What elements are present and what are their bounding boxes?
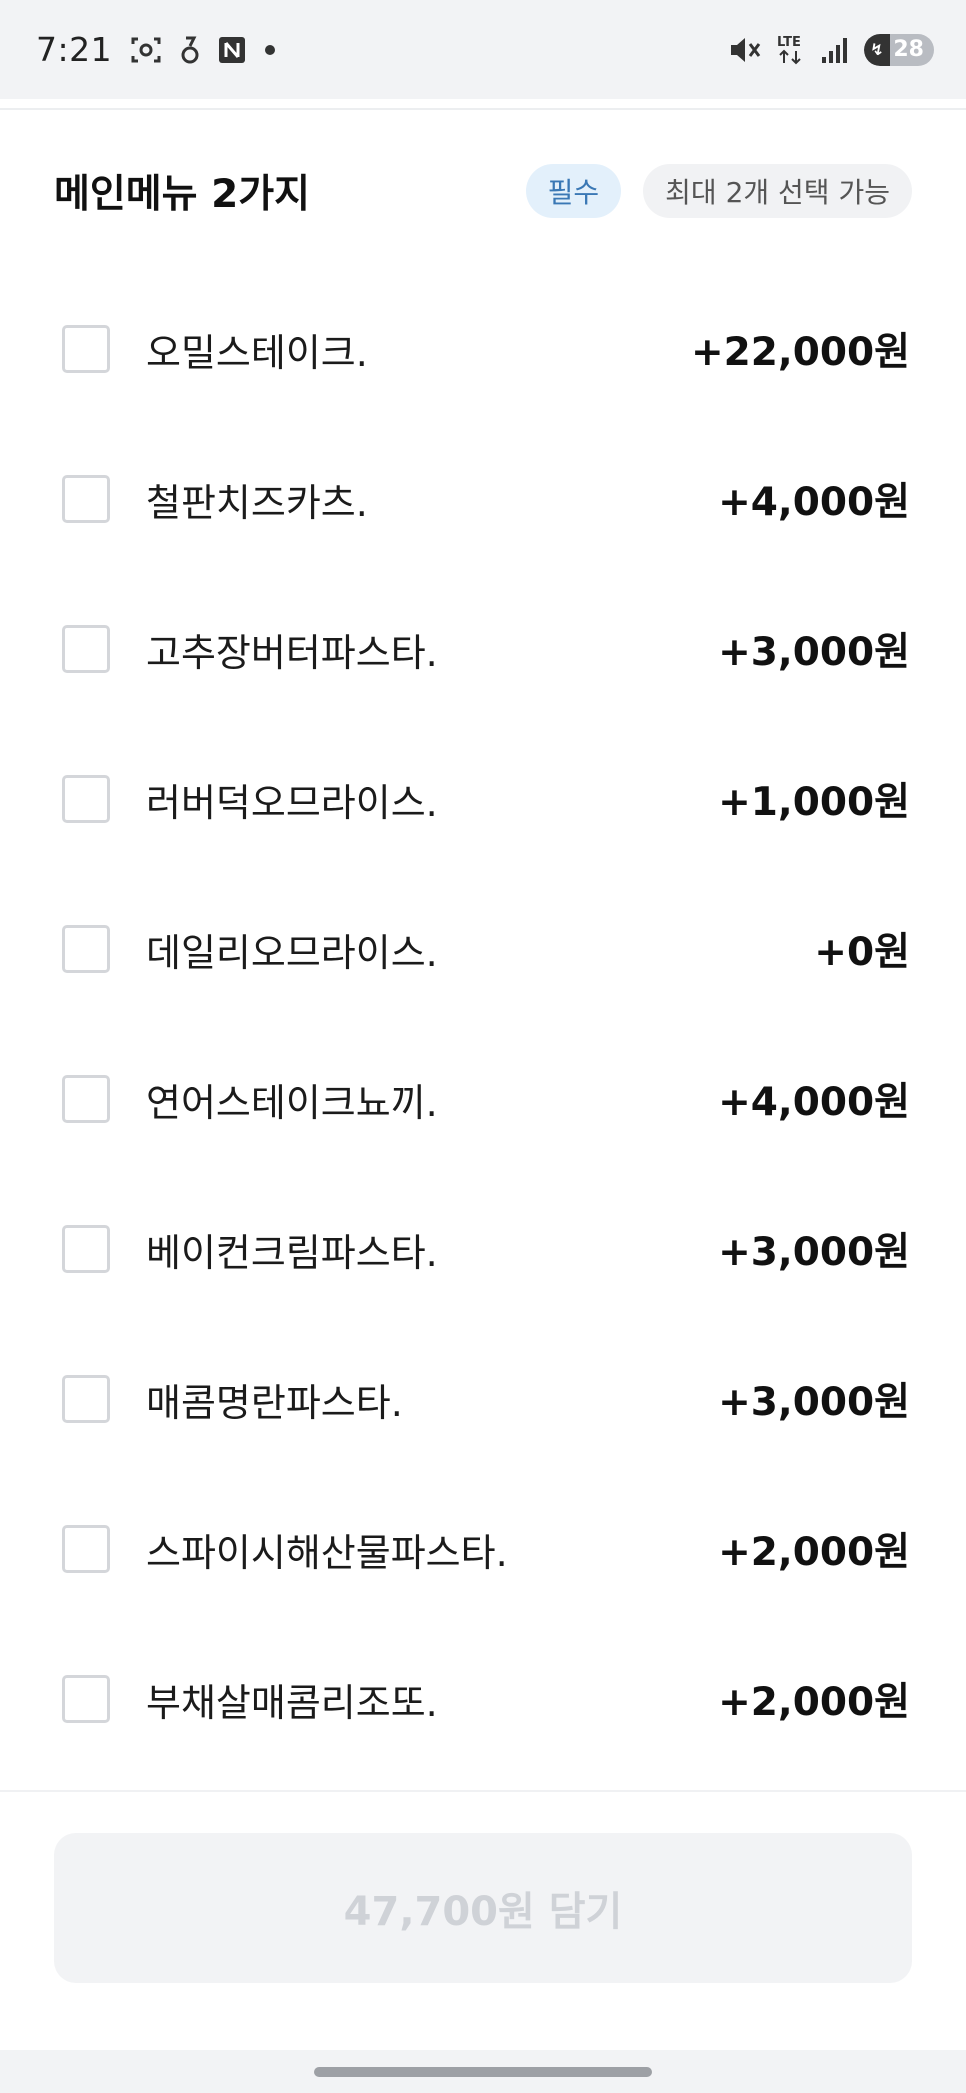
option-price: +3,000원: [718, 1230, 910, 1275]
mute-icon: [728, 34, 762, 66]
battery-level: 28: [893, 37, 924, 62]
status-right: LTE ↯ 28: [728, 33, 934, 67]
option-checkbox[interactable]: [62, 1225, 110, 1273]
option-checkbox[interactable]: [62, 1075, 110, 1123]
section-title: 메인메뉴 2가지: [54, 172, 310, 217]
option-list: 오밀스테이크. +22,000원 철판치즈카츠. +4,000원 고추장버터파스…: [0, 274, 966, 1774]
option-checkbox[interactable]: [62, 1525, 110, 1573]
option-name: 베이컨크림파스타.: [146, 1230, 438, 1275]
status-bar: 7:21 LTE ↯ 28: [0, 0, 966, 99]
option-name: 연어스테이크뇨끼.: [146, 1080, 438, 1125]
option-name: 고추장버터파스타.: [146, 630, 438, 675]
option-price: +4,000원: [718, 1080, 910, 1125]
option-name: 데일리오므라이스.: [146, 930, 438, 975]
battery-icon: ↯ 28: [864, 33, 934, 66]
option-checkbox[interactable]: [62, 1675, 110, 1723]
option-row[interactable]: 베이컨크림파스타. +3,000원: [0, 1174, 966, 1324]
required-badge: 필수: [525, 164, 622, 218]
option-row[interactable]: 데일리오므라이스. +0원: [0, 874, 966, 1024]
option-row[interactable]: 매콤명란파스타. +3,000원: [0, 1324, 966, 1474]
section-header: 메인메뉴 2가지 필수 최대 2개 선택 가능: [0, 150, 966, 232]
option-name: 철판치즈카츠.: [146, 480, 368, 525]
option-row[interactable]: 오밀스테이크. +22,000원: [0, 274, 966, 424]
naver-icon: [218, 36, 246, 64]
option-row[interactable]: 철판치즈카츠. +4,000원: [0, 424, 966, 574]
option-row[interactable]: 고추장버터파스타. +3,000원: [0, 574, 966, 724]
option-price: +22,000원: [690, 330, 910, 375]
option-row[interactable]: 연어스테이크뇨끼. +4,000원: [0, 1024, 966, 1174]
lte-icon: LTE: [776, 33, 806, 67]
option-name: 오밀스테이크.: [146, 330, 368, 375]
option-row[interactable]: 스파이시해산물파스타. +2,000원: [0, 1474, 966, 1624]
screenshot-icon: [130, 34, 162, 66]
option-price: +1,000원: [718, 780, 910, 825]
max-selection-badge: 최대 2개 선택 가능: [643, 164, 912, 218]
option-name: 매콤명란파스타.: [146, 1380, 403, 1425]
option-name: 부채살매콤리조또.: [146, 1680, 438, 1725]
add-to-cart-button[interactable]: 47,700원 담기: [54, 1833, 912, 1983]
option-checkbox[interactable]: [62, 1375, 110, 1423]
option-price: +3,000원: [718, 630, 910, 675]
notification-icon: [180, 35, 200, 65]
option-price: +2,000원: [718, 1530, 910, 1575]
option-price: +3,000원: [718, 1380, 910, 1425]
top-divider: [0, 108, 966, 110]
option-checkbox[interactable]: [62, 325, 110, 373]
option-row[interactable]: 부채살매콤리조또. +2,000원: [0, 1624, 966, 1774]
option-price: +0원: [814, 930, 910, 975]
bottom-divider: [0, 1790, 966, 1792]
option-name: 러버덕오므라이스.: [146, 780, 438, 825]
home-handle[interactable]: [314, 2066, 652, 2077]
option-price: +2,000원: [718, 1680, 910, 1725]
option-checkbox[interactable]: [62, 625, 110, 673]
dot-icon: [264, 44, 276, 56]
option-checkbox[interactable]: [62, 925, 110, 973]
navigation-bar: [0, 2050, 966, 2093]
charging-icon: ↯: [864, 33, 890, 66]
option-price: +4,000원: [718, 480, 910, 525]
option-checkbox[interactable]: [62, 475, 110, 523]
option-row[interactable]: 러버덕오므라이스. +1,000원: [0, 724, 966, 874]
option-name: 스파이시해산물파스타.: [146, 1530, 508, 1575]
signal-icon: [820, 35, 850, 65]
option-checkbox[interactable]: [62, 775, 110, 823]
svg-text:LTE: LTE: [777, 35, 801, 50]
status-left: 7:21: [36, 30, 276, 69]
status-time: 7:21: [36, 30, 113, 69]
